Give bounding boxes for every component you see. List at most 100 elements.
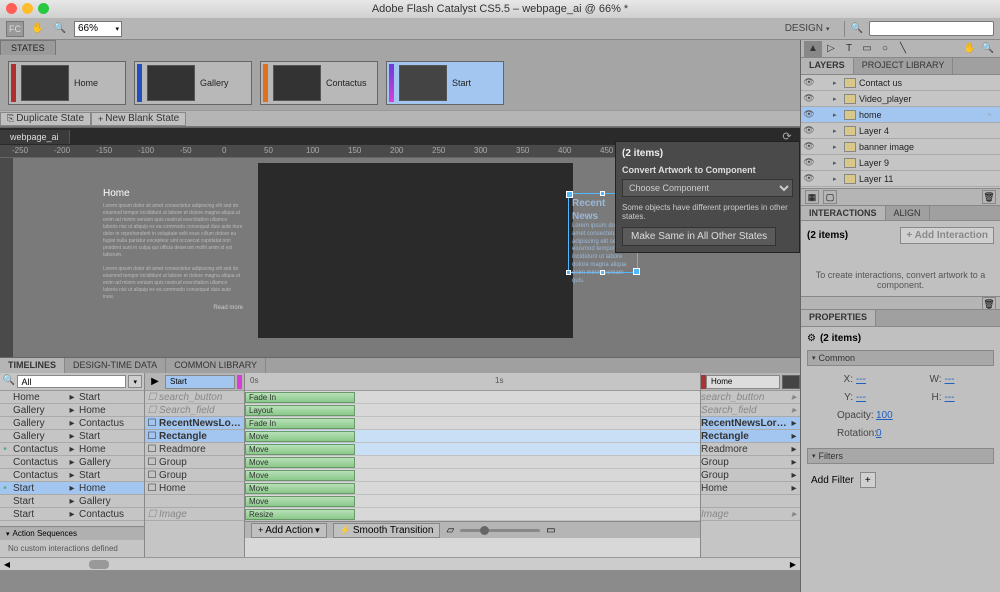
action-bar[interactable]: Move — [245, 483, 355, 494]
action-row[interactable]: Layout — [245, 404, 700, 417]
expand-icon[interactable]: ▸ — [833, 143, 841, 151]
selection-tool-icon[interactable]: ▲ — [804, 41, 822, 57]
timeline-item-row[interactable]: ☐Group — [145, 469, 244, 482]
timeline-item-row[interactable]: search_button▸ — [701, 391, 800, 404]
expand-icon[interactable]: ▸ — [833, 175, 841, 183]
timeline-item-row[interactable]: Rectangle▸ — [701, 430, 800, 443]
tab-layers[interactable]: LAYERS — [801, 58, 854, 74]
visibility-icon[interactable]: 👁 — [803, 77, 815, 88]
action-bar[interactable]: Fade In — [245, 418, 355, 429]
checkbox[interactable]: ☐ — [145, 509, 159, 520]
selection-handle[interactable] — [566, 270, 571, 275]
zoom-level-select[interactable]: 66% — [74, 21, 122, 37]
new-blank-state-button[interactable]: + New Blank State — [91, 112, 186, 126]
layer-row[interactable]: 👁▸Layer 11 — [801, 171, 1000, 187]
h-value[interactable]: --- — [945, 392, 955, 403]
transition-row[interactable]: •Start▸Home — [0, 482, 144, 495]
checkbox[interactable]: ☐ — [145, 483, 159, 494]
expand-icon[interactable]: ▸ — [833, 95, 841, 103]
ellipse-tool-icon[interactable]: ○ — [876, 41, 894, 57]
action-row[interactable]: Move — [245, 469, 700, 482]
text-tool-icon[interactable]: T — [840, 41, 858, 57]
workspace-mode-button[interactable]: DESIGN — [777, 21, 838, 36]
selection-handle[interactable] — [600, 191, 605, 196]
expand-icon[interactable]: ▸ — [833, 127, 841, 135]
play-button-icon[interactable]: ▶ — [145, 376, 165, 387]
hand-tool-icon[interactable]: ✋ — [961, 41, 979, 57]
delete-layer-icon[interactable]: 🗑 — [982, 190, 996, 204]
timeline-item-row[interactable]: ☐Home — [145, 482, 244, 495]
scroll-left-icon[interactable]: ◀ — [0, 560, 14, 569]
checkbox[interactable]: ☐ — [145, 418, 159, 429]
expand-icon[interactable]: ▸ — [833, 111, 841, 119]
canvas-area[interactable]: webpage_ai⟳ -250-200-150-100-50050100150… — [0, 128, 800, 358]
action-row[interactable]: Move — [245, 456, 700, 469]
zoom-tool-icon[interactable]: 🔍 — [979, 41, 997, 57]
tab-align[interactable]: ALIGN — [886, 206, 930, 220]
scrollbar-thumb[interactable] — [89, 560, 109, 569]
top-search-input[interactable] — [869, 21, 994, 36]
timeline-track-area[interactable]: 0s 1s Fade InLayoutFade InMoveMoveMoveMo… — [245, 373, 700, 557]
visibility-icon[interactable]: 👁 — [803, 93, 815, 104]
visibility-icon[interactable]: 👁 — [803, 109, 815, 120]
visibility-icon[interactable]: 👁 — [803, 141, 815, 152]
action-bar[interactable]: Move — [245, 431, 355, 442]
layer-row[interactable]: 👁▸home▫ — [801, 107, 1000, 123]
tab-project-library[interactable]: PROJECT LIBRARY — [854, 58, 954, 74]
transition-row[interactable]: Gallery▸Start — [0, 430, 144, 443]
rotation-value[interactable]: 0 — [876, 428, 882, 439]
action-bar[interactable]: Move — [245, 496, 355, 507]
state-card-home[interactable]: Home — [8, 61, 126, 105]
timeline-item-row[interactable]: Image▸ — [701, 508, 800, 521]
timeline-item-row[interactable]: ☐Readmore — [145, 443, 244, 456]
duplicate-state-button[interactable]: ⎘ Duplicate State — [0, 112, 91, 126]
state-card-start[interactable]: Start — [386, 61, 504, 105]
tab-design-time-data[interactable]: DESIGN-TIME DATA — [65, 358, 166, 373]
add-action-button[interactable]: + Add Action ▾ — [251, 523, 327, 538]
document-tab[interactable]: webpage_ai — [0, 130, 70, 144]
common-section-header[interactable]: Common — [807, 350, 994, 366]
action-bar[interactable]: Move — [245, 457, 355, 468]
timeline-item-row[interactable]: Search_field▸ — [701, 404, 800, 417]
horizontal-scrollbar[interactable]: ◀ ▶ — [0, 557, 800, 570]
tab-interactions[interactable]: INTERACTIONS — [801, 206, 886, 220]
checkbox[interactable]: ☐ — [145, 470, 159, 481]
timeline-item-row[interactable]: ☐Rectangle — [145, 430, 244, 443]
action-row[interactable]: Resize — [245, 508, 700, 521]
layer-row[interactable]: 👁▸Video_player — [801, 91, 1000, 107]
zoom-tool-icon[interactable]: 🔍 — [52, 21, 68, 37]
hand-tool-icon[interactable]: ✋ — [30, 21, 46, 37]
visibility-icon[interactable]: 👁 — [803, 157, 815, 168]
transition-search-input[interactable] — [17, 375, 126, 388]
action-row[interactable]: Fade In — [245, 391, 700, 404]
action-row[interactable]: Move — [245, 495, 700, 508]
timeline-item-row[interactable]: Readmore▸ — [701, 443, 800, 456]
timeline-item-row[interactable]: ☐RecentNewsLoremipsu... — [145, 417, 244, 430]
state-card-contactus[interactable]: Contactus — [260, 61, 378, 105]
action-bar[interactable]: Fade In — [245, 392, 355, 403]
action-bar[interactable]: Layout — [245, 405, 355, 416]
checkbox[interactable]: ☐ — [145, 457, 159, 468]
transition-row[interactable]: Home▸Start — [0, 391, 144, 404]
timeline-item-row[interactable]: Group▸ — [701, 456, 800, 469]
rectangle-tool-icon[interactable]: ▭ — [858, 41, 876, 57]
scroll-right-icon[interactable]: ▶ — [786, 560, 800, 569]
timeline-zoom-slider[interactable] — [460, 529, 540, 532]
new-sublayer-icon[interactable]: ▦ — [805, 190, 819, 204]
add-interaction-button[interactable]: + Add Interaction — [900, 227, 994, 244]
minimize-window-icon[interactable] — [22, 3, 33, 14]
visibility-icon[interactable]: 👁 — [803, 125, 815, 136]
timeline-item-row[interactable]: ☐Search_field — [145, 404, 244, 417]
line-tool-icon[interactable]: ╲ — [894, 41, 912, 57]
transition-row[interactable]: Start▸Gallery — [0, 495, 144, 508]
action-sequences-header[interactable]: Action Sequences — [0, 526, 144, 540]
transition-row[interactable]: Contactus▸Start — [0, 469, 144, 482]
add-filter-button[interactable]: + — [860, 472, 876, 488]
state-card-gallery[interactable]: Gallery — [134, 61, 252, 105]
transition-row[interactable]: Gallery▸Contactus — [0, 417, 144, 430]
checkbox[interactable]: ☐ — [145, 444, 159, 455]
tab-timelines[interactable]: TIMELINES — [0, 358, 65, 373]
new-layer-icon[interactable]: ▢ — [823, 190, 837, 204]
close-window-icon[interactable] — [6, 3, 17, 14]
timeline-item-row[interactable]: RecentNewsLoremipsu...▸ — [701, 417, 800, 430]
